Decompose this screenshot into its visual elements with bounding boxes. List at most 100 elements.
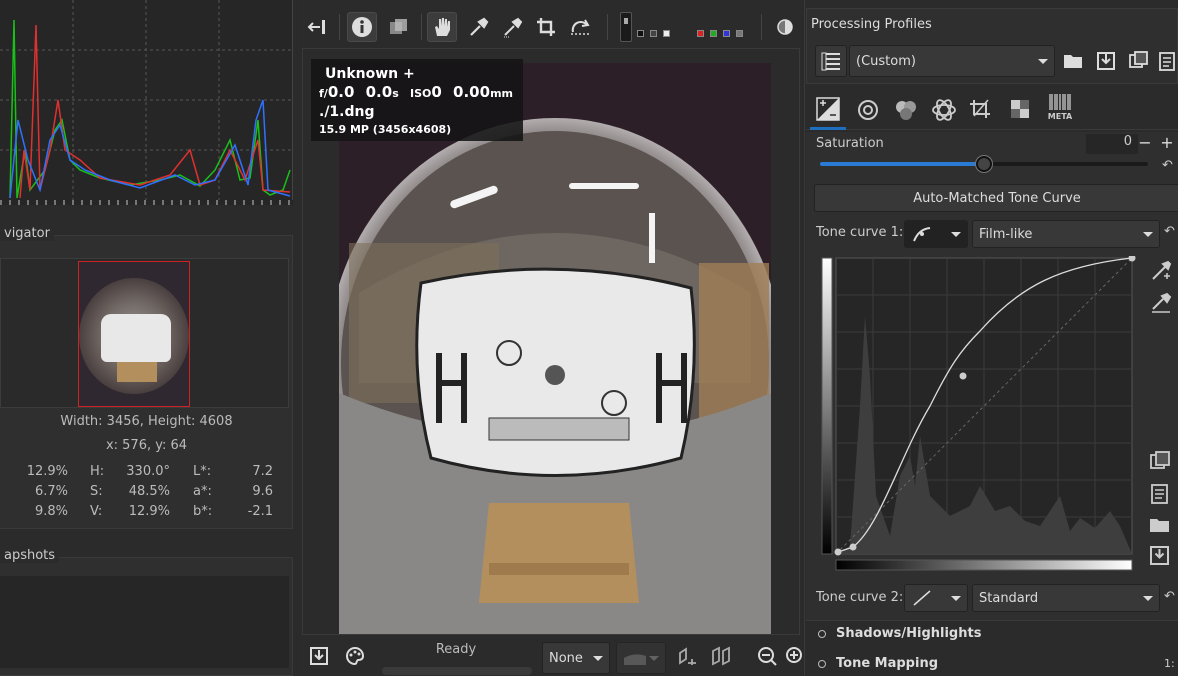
curve-editor[interactable] [820,256,1140,572]
send-to-editor-button[interactable] [340,641,370,671]
advanced-icon [932,99,956,121]
section-toggle-icon[interactable] [818,629,826,638]
tab-detail[interactable] [850,90,886,130]
swatch-white-icon[interactable] [663,30,670,37]
tone-curve2-label: Tone curve 2: [816,590,904,605]
flip-button[interactable] [706,641,736,671]
curve-save-button[interactable] [1148,544,1172,568]
crop-button[interactable] [531,12,561,42]
preview-canvas[interactable]: Unknown + f/0.0 0.0s ISO0 0.00mm ./1.dng… [302,48,800,635]
slider-fill [820,162,984,166]
meta-label: META [1047,112,1073,121]
focal-value: 0.00 [453,83,491,101]
auto-tone-curve-button[interactable]: Auto-Matched Tone Curve [814,184,1178,212]
section-tone-mapping[interactable]: Tone Mapping [818,656,938,671]
snapshots-list[interactable] [0,576,289,668]
chevron-down-icon [951,596,961,601]
tab-exposure[interactable] [810,90,846,130]
copy-profile-button[interactable] [1123,46,1153,76]
white-balance-picker-button[interactable] [463,12,493,42]
tone-curve2-mode-select[interactable]: Standard [972,584,1160,612]
curve-copy-button[interactable] [1148,450,1172,474]
hsv-labels: H: S: V: [90,462,104,522]
info-icon [352,17,372,37]
fisheye-photo [339,118,771,634]
saturation-label: Saturation [816,136,884,151]
curve-picker-button[interactable] [1150,292,1172,314]
preview-mode-select[interactable]: None [542,642,610,674]
edit-point-icon [1152,260,1172,280]
rgb-r-value: 12.9% [26,464,68,479]
hand-tool-button[interactable] [427,12,457,42]
reset-curve1-icon[interactable]: ↶ [1164,224,1175,239]
focus-mask-button[interactable] [770,12,800,42]
curve2-type-select[interactable] [904,584,968,612]
hide-left-panel-button[interactable] [302,12,332,42]
straighten-button[interactable] [565,12,595,42]
flip-icon [712,646,730,666]
tone-curve1-mode-select[interactable]: Film-like [972,220,1160,248]
color-picker-button[interactable] [497,12,527,42]
section-shadows-highlights[interactable]: Shadows/Highlights [818,626,981,641]
tone-curve2-mode: Standard [979,590,1039,606]
saturation-slider[interactable] [820,156,1148,172]
tab-metadata[interactable]: META [1042,90,1078,130]
zoom-in-button[interactable] [784,641,802,671]
navigator-panel: vigator Width: 3456, Height: 4608 x: 576… [0,226,293,529]
meta-icon [1049,94,1071,110]
swatch-black-icon[interactable] [637,30,644,37]
paste-profile-button[interactable] [1155,46,1178,76]
lab-a-label: a*: [193,484,212,499]
section-tone-mapping-label: Tone Mapping [836,656,939,671]
navigator-preview-area[interactable] [0,258,289,408]
navigator-thumbnail[interactable] [78,261,190,407]
curve-edit-point-button[interactable] [1150,260,1172,282]
profile-dropdown[interactable]: (Custom) [849,45,1055,77]
before-after-button[interactable] [383,12,413,42]
folder-open-icon [1064,55,1082,68]
swatch-blue-icon[interactable] [723,30,730,37]
info-button[interactable] [347,12,377,42]
progress-bar [382,667,532,675]
histogram-scale [0,200,293,205]
save-profile-button[interactable] [1091,46,1121,76]
paste-icon [1159,52,1175,71]
curve-type-select[interactable] [904,220,968,248]
fit-crop-icon [679,647,696,665]
chevron-down-icon [951,232,961,237]
saturation-increase-button[interactable]: + [1158,134,1176,154]
saturation-decrease-button[interactable]: − [1136,134,1154,154]
swatch-green-icon[interactable] [710,30,717,37]
tab-color[interactable] [888,90,924,130]
tab-transform[interactable] [964,90,1000,130]
saturation-value-field[interactable]: 0 [1086,134,1138,154]
channel-swatches-rgb[interactable] [697,30,743,37]
tab-raw[interactable] [1002,90,1038,130]
section-toggle-icon[interactable] [818,659,826,668]
swatch-luma-icon[interactable] [736,30,743,37]
processing-profiles-title: Processing Profiles [811,17,932,32]
hsv-v-value: 12.9% [128,504,170,519]
tab-advanced[interactable] [926,90,962,130]
load-profile-button[interactable] [1059,46,1089,76]
slider-knob[interactable] [976,156,992,172]
curve-load-button[interactable] [1148,514,1172,536]
swatch-gray-icon[interactable] [650,30,657,37]
fit-crop-button[interactable] [672,641,702,671]
swatch-red-icon[interactable] [697,30,704,37]
histogram[interactable] [0,0,293,205]
detail-icon [858,100,878,120]
reset-curve2-icon[interactable]: ↶ [1164,589,1175,604]
snapshots-title: apshots [0,548,60,563]
section-divider [806,620,1178,621]
curve-paste-button[interactable] [1148,482,1172,506]
save-image-button[interactable] [304,641,334,671]
auto-tone-curve-label: Auto-Matched Tone Curve [913,190,1081,206]
channel-swatches-mono[interactable] [637,30,670,37]
reset-saturation-icon[interactable]: ↶ [1162,158,1173,173]
channel-indicators[interactable] [620,12,632,42]
zoom-out-button[interactable] [752,641,782,671]
indicator-icon [624,18,628,24]
profile-list-button[interactable] [815,45,847,77]
profile-select[interactable] [616,642,666,674]
